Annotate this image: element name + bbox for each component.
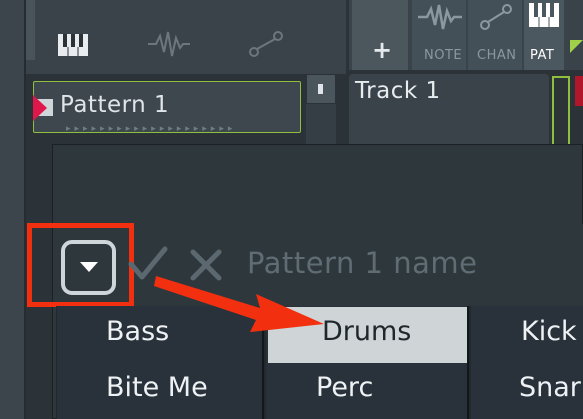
scrollbar-grip xyxy=(318,84,323,94)
annotation-highlight-box xyxy=(27,223,134,307)
tab-pat-label: PAT xyxy=(530,48,555,63)
menu-item-perc[interactable]: Perc xyxy=(316,372,373,403)
browser-strip xyxy=(26,0,35,60)
waveform-icon[interactable] xyxy=(148,30,190,58)
track-color-marker xyxy=(575,76,583,106)
tab-note-label: NOTE xyxy=(424,48,463,63)
tab-chan-label: CHAN xyxy=(477,48,517,63)
annotation-arrow xyxy=(154,276,324,332)
pattern-flag-icon xyxy=(33,95,53,121)
menu-item-snare[interactable]: Snar xyxy=(519,372,581,403)
node-link-icon[interactable] xyxy=(248,30,284,58)
pattern-name-label: Pattern 1 xyxy=(60,92,170,118)
waveform-icon xyxy=(418,4,462,30)
node-link-icon xyxy=(480,4,512,30)
piano-icon xyxy=(529,3,559,27)
pattern-marker-icon xyxy=(570,40,583,53)
track-mute-bar[interactable] xyxy=(552,76,570,146)
browser-edge xyxy=(0,0,26,419)
menu-item-bite-me[interactable]: Bite Me xyxy=(106,372,208,403)
menu-item-kick[interactable]: Kick xyxy=(521,316,577,347)
pattern-step-dots: ▸▸▸▸▸▸▸▸▸▸▸▸▸▸▸▸▸▸▸▸ xyxy=(66,124,237,134)
menu-item-drums[interactable]: Drums xyxy=(322,316,411,347)
track-name-label: Track 1 xyxy=(355,78,441,104)
piano-icon[interactable] xyxy=(58,34,88,56)
add-tab-label: + xyxy=(372,36,393,64)
